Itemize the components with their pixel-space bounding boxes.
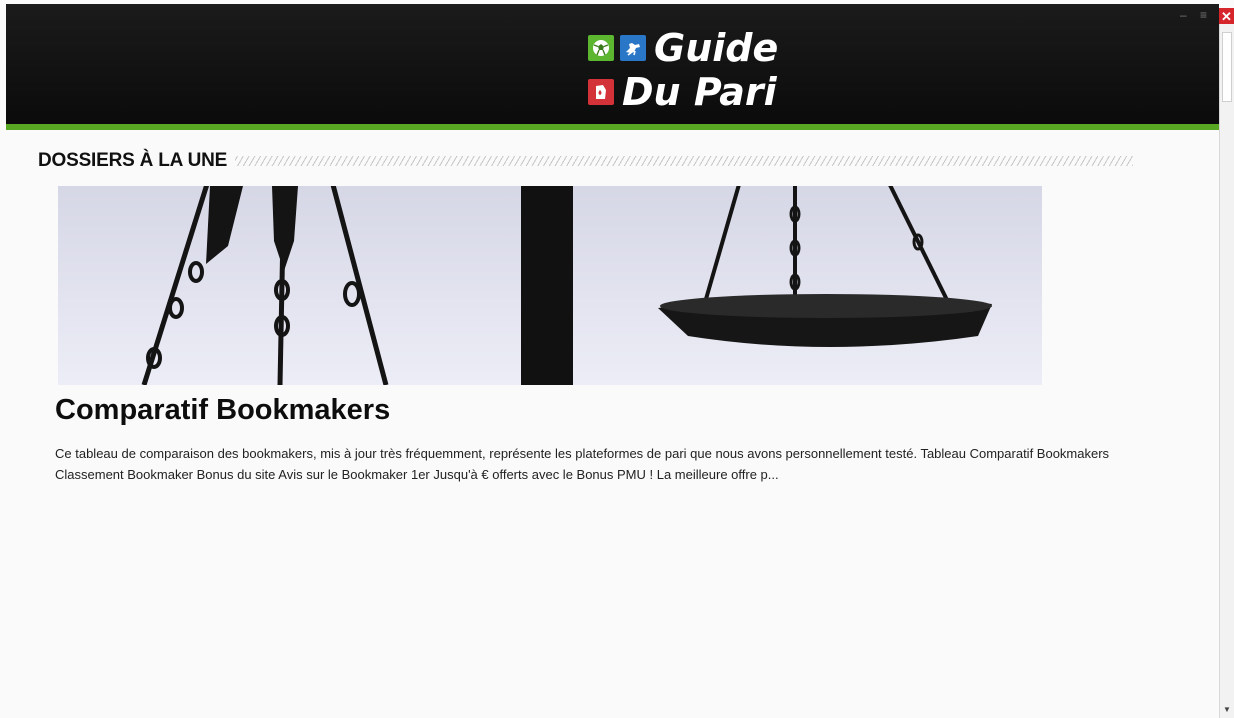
app-window: Guide Du Pari – ≡ ✕ ▼ DOSSIERS À LA UNE	[0, 0, 1234, 718]
scrollbar-thumb[interactable]	[1222, 32, 1232, 102]
article-excerpt: Ce tableau de comparaison des bookmakers…	[55, 446, 1110, 482]
logo-line-dupari: Du Pari	[588, 72, 777, 112]
scroll-down-arrow-icon[interactable]: ▼	[1223, 705, 1231, 714]
logo-text-guide: Guide	[654, 26, 779, 70]
site-logo[interactable]: Guide Du Pari	[588, 28, 808, 116]
header-accent-bar	[6, 124, 1219, 130]
section-title: DOSSIERS À LA UNE	[38, 150, 228, 171]
horse-racing-icon	[620, 35, 646, 61]
minimize-button[interactable]: –	[1180, 9, 1187, 21]
logo-text-dupari: Du Pari	[622, 70, 777, 114]
scales-of-justice-illustration	[141, 186, 992, 385]
article-hero-image[interactable]	[58, 186, 1042, 385]
poker-card-icon	[588, 79, 614, 105]
site-header: Guide Du Pari	[6, 4, 1219, 124]
article-title-link[interactable]: Comparatif Bookmakers	[55, 394, 390, 427]
logo-line-guide: Guide	[588, 28, 778, 68]
close-icon: ✕	[1221, 8, 1232, 24]
soccer-ball-icon	[588, 35, 614, 61]
maximize-button[interactable]: ≡	[1200, 9, 1207, 21]
section-header: DOSSIERS À LA UNE	[38, 150, 1133, 172]
section-divider	[235, 156, 1133, 166]
vertical-scrollbar[interactable]: ▼	[1219, 24, 1234, 718]
close-button[interactable]: ✕	[1219, 8, 1234, 24]
